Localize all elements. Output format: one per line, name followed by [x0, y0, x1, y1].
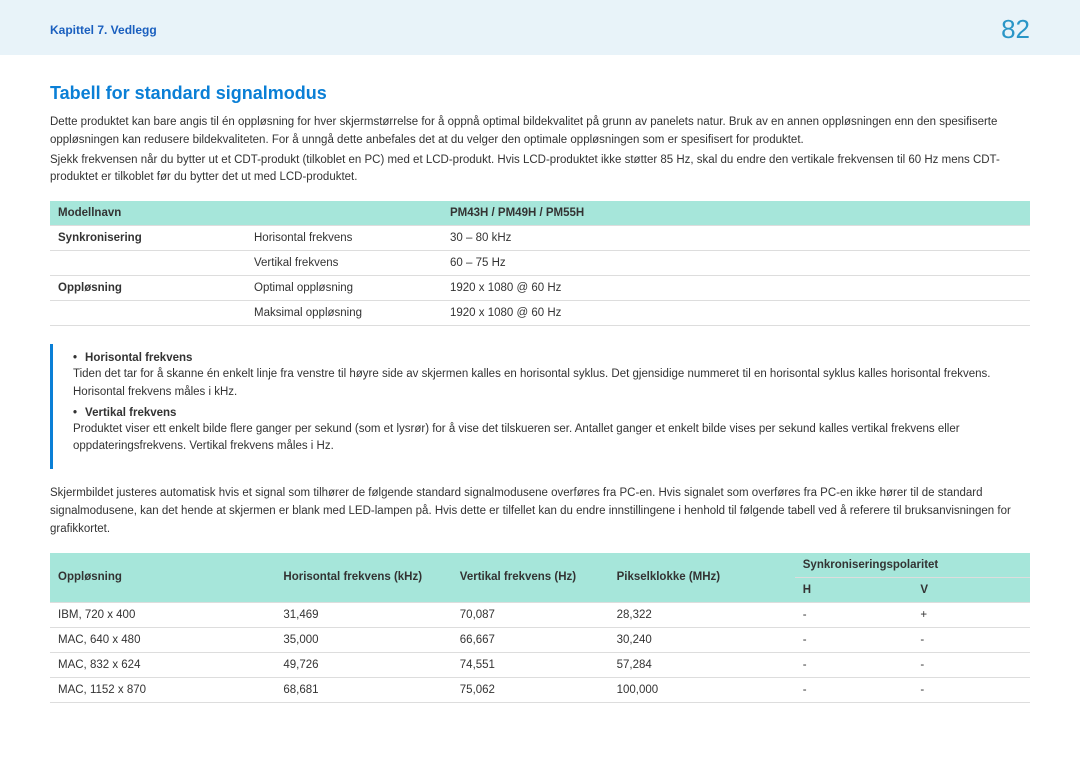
cell-pc: 100,000 — [609, 677, 795, 702]
cell-v: + — [912, 602, 1030, 627]
cell-value: 1920 x 1080 @ 60 Hz — [442, 301, 1030, 326]
cell-pc: 57,284 — [609, 652, 795, 677]
cell-value: 30 – 80 kHz — [442, 226, 1030, 251]
table-row: MAC, 832 x 624 49,726 74,551 57,284 - - — [50, 652, 1030, 677]
table-row: IBM, 720 x 400 31,469 70,087 28,322 - + — [50, 602, 1030, 627]
definitions-note: Horisontal frekvens Tiden det tar for å … — [50, 344, 1030, 469]
table-row: MAC, 1152 x 870 68,681 75,062 100,000 - … — [50, 677, 1030, 702]
intro-paragraph-2: Sjekk frekvensen når du bytter ut et CDT… — [50, 152, 1030, 188]
header-resolution: Oppløsning — [50, 553, 275, 603]
cell-vf: 75,062 — [452, 677, 609, 702]
table-row: Maksimal oppløsning 1920 x 1080 @ 60 Hz — [50, 301, 1030, 326]
cell-value: 60 – 75 Hz — [442, 251, 1030, 276]
cell-category — [50, 301, 246, 326]
cell-h: - — [795, 652, 913, 677]
note-item-hf: Horisontal frekvens Tiden det tar for å … — [73, 352, 1018, 401]
note-vf-title: Vertikal frekvens — [73, 407, 1018, 419]
table-header-row: Modellnavn PM43H / PM49H / PM55H — [50, 201, 1030, 226]
cell-category — [50, 251, 246, 276]
header-modelname: Modellnavn — [50, 201, 442, 226]
intro-paragraph-1: Dette produktet kan bare angis til én op… — [50, 114, 1030, 150]
note-hf-desc: Tiden det tar for å skanne én enkelt lin… — [73, 366, 1018, 401]
cell-pc: 28,322 — [609, 602, 795, 627]
model-spec-table: Modellnavn PM43H / PM49H / PM55H Synkron… — [50, 201, 1030, 326]
cell-h: - — [795, 677, 913, 702]
table-row: Vertikal frekvens 60 – 75 Hz — [50, 251, 1030, 276]
cell-hf: 68,681 — [275, 677, 451, 702]
cell-hf: 49,726 — [275, 652, 451, 677]
signal-mode-table: Oppløsning Horisontal frekvens (kHz) Ver… — [50, 553, 1030, 703]
header-sync-v: V — [912, 577, 1030, 602]
table-row: Synkronisering Horisontal frekvens 30 – … — [50, 226, 1030, 251]
chapter-label: Kapittel 7. Vedlegg — [50, 23, 157, 37]
cell-resolution: MAC, 1152 x 870 — [50, 677, 275, 702]
cell-label: Maksimal oppløsning — [246, 301, 442, 326]
cell-label: Vertikal frekvens — [246, 251, 442, 276]
cell-v: - — [912, 627, 1030, 652]
header-vertical-freq: Vertikal frekvens (Hz) — [452, 553, 609, 603]
cell-label: Optimal oppløsning — [246, 276, 442, 301]
table-header-row: Oppløsning Horisontal frekvens (kHz) Ver… — [50, 553, 1030, 578]
note-item-vf: Vertikal frekvens Produktet viser ett en… — [73, 407, 1018, 456]
cell-hf: 31,469 — [275, 602, 451, 627]
cell-category: Synkronisering — [50, 226, 246, 251]
cell-v: - — [912, 677, 1030, 702]
header-horizontal-freq: Horisontal frekvens (kHz) — [275, 553, 451, 603]
cell-v: - — [912, 652, 1030, 677]
table-row: Oppløsning Optimal oppløsning 1920 x 108… — [50, 276, 1030, 301]
cell-resolution: MAC, 640 x 480 — [50, 627, 275, 652]
cell-vf: 74,551 — [452, 652, 609, 677]
table-row: MAC, 640 x 480 35,000 66,667 30,240 - - — [50, 627, 1030, 652]
header-models: PM43H / PM49H / PM55H — [442, 201, 1030, 226]
page-content: Tabell for standard signalmodus Dette pr… — [0, 55, 1080, 703]
note-vf-desc: Produktet viser ett enkelt bilde flere g… — [73, 421, 1018, 456]
cell-hf: 35,000 — [275, 627, 451, 652]
cell-category: Oppløsning — [50, 276, 246, 301]
cell-label: Horisontal frekvens — [246, 226, 442, 251]
header-sync-polarity: Synkroniseringspolaritet — [795, 553, 1030, 578]
cell-vf: 70,087 — [452, 602, 609, 627]
cell-vf: 66,667 — [452, 627, 609, 652]
section-title: Tabell for standard signalmodus — [50, 83, 1030, 104]
cell-h: - — [795, 627, 913, 652]
header-pixel-clock: Pikselklokke (MHz) — [609, 553, 795, 603]
page-number: 82 — [1001, 14, 1030, 45]
cell-resolution: MAC, 832 x 624 — [50, 652, 275, 677]
cell-value: 1920 x 1080 @ 60 Hz — [442, 276, 1030, 301]
note-hf-title: Horisontal frekvens — [73, 352, 1018, 364]
mid-paragraph: Skjermbildet justeres automatisk hvis et… — [50, 485, 1030, 538]
cell-h: - — [795, 602, 913, 627]
cell-pc: 30,240 — [609, 627, 795, 652]
header-sync-h: H — [795, 577, 913, 602]
page-header: Kapittel 7. Vedlegg 82 — [0, 0, 1080, 55]
cell-resolution: IBM, 720 x 400 — [50, 602, 275, 627]
